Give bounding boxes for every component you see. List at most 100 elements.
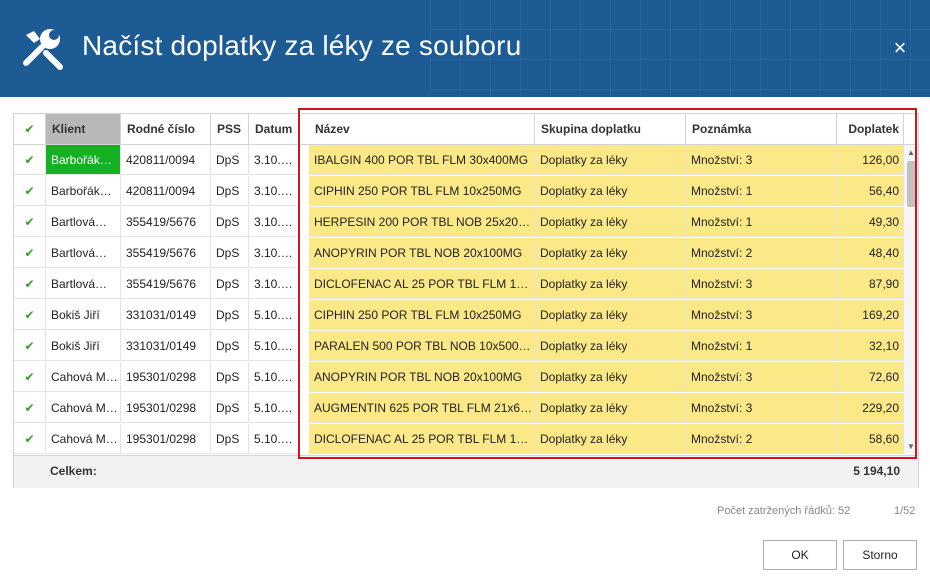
cell-name: DICLOFENAC AL 25 POR TBL FLM 100x25MG	[309, 424, 535, 454]
close-icon[interactable]: ×	[888, 36, 912, 60]
cell-date: 3.10.201	[249, 269, 299, 299]
grid-body: ✔ Barbořák… 420811/0094 DpS 3.10.201 IBALGIN …	[14, 145, 904, 455]
row-check-icon[interactable]: ✔	[14, 207, 46, 237]
table-row[interactable]: ✔ Barbořák… 420811/0094 DpS 3.10.201 CIPHIN 2…	[14, 176, 904, 207]
cell-amount: 32,10	[837, 331, 904, 361]
cell-name: CIPHIN 250 POR TBL FLM 10x250MG	[309, 176, 535, 206]
cell-group: Doplatky za léky	[535, 176, 686, 206]
cell-client: Bokiš Jiří	[46, 331, 121, 361]
cell-rc: 195301/0298	[121, 424, 211, 454]
cell-group: Doplatky za léky	[535, 207, 686, 237]
cell-date: 5.10.201	[249, 300, 299, 330]
cell-pss: DpS	[211, 393, 249, 423]
cell-client: Barbořák…	[46, 145, 121, 175]
cell-amount: 58,60	[837, 424, 904, 454]
cell-rc: 331031/0149	[121, 300, 211, 330]
cell-client: Bokiš Jiří	[46, 300, 121, 330]
cell-note: Množství: 3	[686, 300, 837, 330]
cell-group: Doplatky za léky	[535, 145, 686, 175]
cell-pss: DpS	[211, 145, 249, 175]
cell-amount: 169,20	[837, 300, 904, 330]
row-check-icon[interactable]: ✔	[14, 145, 46, 175]
cell-amount: 229,20	[837, 393, 904, 423]
cell-rc: 331031/0149	[121, 331, 211, 361]
cell-amount: 49,30	[837, 207, 904, 237]
cell-group: Doplatky za léky	[535, 393, 686, 423]
cancel-button[interactable]: Storno	[843, 540, 917, 570]
dialog-title: Načíst doplatky za léky ze souboru	[82, 30, 522, 61]
row-check-icon[interactable]: ✔	[14, 269, 46, 299]
cell-name: CIPHIN 250 POR TBL FLM 10x250MG	[309, 300, 535, 330]
table-row[interactable]: ✔ Cahová Marie 195301/0298 DpS 5.10.201 AUGME…	[14, 393, 904, 424]
cell-rc: 355419/5676	[121, 207, 211, 237]
check-column-header[interactable]: ✔	[14, 114, 46, 144]
cell-amount: 48,40	[837, 238, 904, 268]
table-row[interactable]: ✔ Cahová Marie 195301/0298 DpS 5.10.201 DICLO…	[14, 424, 904, 455]
cell-pss: DpS	[211, 362, 249, 392]
cell-name: HERPESIN 200 POR TBL NOB 25x200MG	[309, 207, 535, 237]
cell-group: Doplatky za léky	[535, 362, 686, 392]
cell-date: 3.10.201	[249, 145, 299, 175]
vertical-scrollbar[interactable]: ▲ ▼	[904, 145, 918, 455]
table-row[interactable]: ✔ Cahová Marie 195301/0298 DpS 5.10.201 ANOPY…	[14, 362, 904, 393]
row-check-icon[interactable]: ✔	[14, 362, 46, 392]
cell-note: Množství: 3	[686, 393, 837, 423]
grid-footer: Celkem: 5 194,10	[14, 455, 918, 488]
grid-header: ✔ Klient Rodné číslo PSS Datum Název Sku…	[14, 114, 918, 145]
scroll-up-icon[interactable]: ▲	[904, 147, 918, 159]
cell-pss: DpS	[211, 176, 249, 206]
row-check-icon[interactable]: ✔	[14, 393, 46, 423]
data-grid: ✔ Klient Rodné číslo PSS Datum Název Sku…	[13, 113, 919, 488]
row-check-icon[interactable]: ✔	[14, 331, 46, 361]
cell-rc: 195301/0298	[121, 393, 211, 423]
cell-client: Bartlová…	[46, 269, 121, 299]
column-rodne-cislo[interactable]: Rodné číslo	[121, 114, 211, 144]
checked-rows-count: Počet zatržených řádků: 52	[717, 505, 851, 517]
ok-button[interactable]: OK	[763, 540, 837, 570]
table-row[interactable]: ✔ Bartlová… 355419/5676 DpS 3.10.201 DICLOFEN…	[14, 269, 904, 300]
cell-pss: DpS	[211, 207, 249, 237]
cell-note: Množství: 3	[686, 362, 837, 392]
column-datum[interactable]: Datum	[249, 114, 299, 144]
cell-group: Doplatky za léky	[535, 424, 686, 454]
row-check-icon[interactable]: ✔	[14, 424, 46, 454]
cell-name: ANOPYRIN POR TBL NOB 20x100MG	[309, 362, 535, 392]
cell-date: 5.10.201	[249, 393, 299, 423]
cell-name: PARALEN 500 POR TBL NOB 10x500MG	[309, 331, 535, 361]
row-position: 1/52	[894, 505, 916, 517]
cell-note: Množství: 3	[686, 269, 837, 299]
cell-note: Množství: 1	[686, 207, 837, 237]
cell-client: Cahová Marie	[46, 424, 121, 454]
cell-group: Doplatky za léky	[535, 269, 686, 299]
cell-name: DICLOFENAC AL 25 POR TBL FLM 100x25MG	[309, 269, 535, 299]
column-poznamka[interactable]: Poznámka	[686, 114, 837, 144]
cell-client: Barbořák…	[46, 176, 121, 206]
wrench-screwdriver-icon	[23, 29, 63, 70]
scroll-thumb[interactable]	[907, 161, 915, 207]
cell-client: Cahová Marie	[46, 393, 121, 423]
column-client[interactable]: Klient	[46, 114, 121, 144]
table-row[interactable]: ✔ Bartlová… 355419/5676 DpS 3.10.201 ANOPYRIN…	[14, 238, 904, 269]
table-row[interactable]: ✔ Barbořák… 420811/0094 DpS 3.10.201 IBALGIN …	[14, 145, 904, 176]
table-row[interactable]: ✔ Bartlová… 355419/5676 DpS 3.10.201 HERPESIN…	[14, 207, 904, 238]
column-nazev[interactable]: Název	[309, 114, 535, 144]
cell-amount: 87,90	[837, 269, 904, 299]
column-pss[interactable]: PSS	[211, 114, 249, 144]
row-check-icon[interactable]: ✔	[14, 238, 46, 268]
column-doplatek[interactable]: Doplatek	[837, 114, 904, 144]
table-row[interactable]: ✔ Bokiš Jiří 331031/0149 DpS 5.10.201 CIPHIN …	[14, 300, 904, 331]
table-row[interactable]: ✔ Bokiš Jiří 331031/0149 DpS 5.10.201 PARALEN…	[14, 331, 904, 362]
cell-name: AUGMENTIN 625 POR TBL FLM 21x625MG	[309, 393, 535, 423]
cell-date: 5.10.201	[249, 331, 299, 361]
row-check-icon[interactable]: ✔	[14, 300, 46, 330]
total-value: 5 194,10	[853, 464, 900, 478]
cell-date: 3.10.201	[249, 207, 299, 237]
column-skupina-doplatku[interactable]: Skupina doplatku	[535, 114, 686, 144]
cell-pss: DpS	[211, 269, 249, 299]
cell-pss: DpS	[211, 238, 249, 268]
row-check-icon[interactable]: ✔	[14, 176, 46, 206]
dialog-header: Načíst doplatky za léky ze souboru ×	[0, 0, 930, 97]
cell-rc: 355419/5676	[121, 238, 211, 268]
scroll-down-icon[interactable]: ▼	[904, 441, 918, 453]
cell-pss: DpS	[211, 300, 249, 330]
